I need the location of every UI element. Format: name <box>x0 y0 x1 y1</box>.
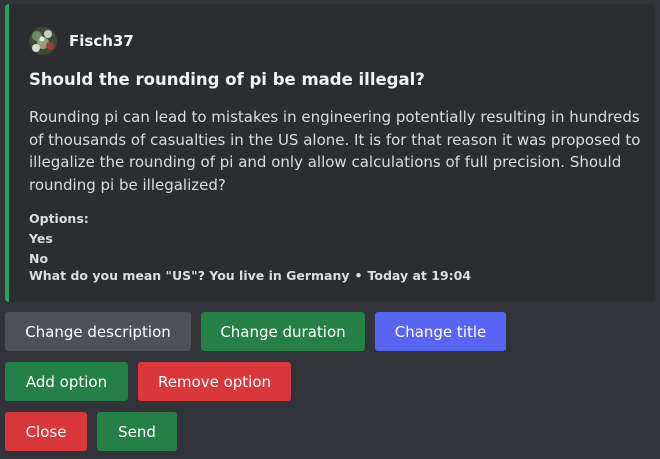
footer-timestamp: Today at 19:04 <box>367 268 472 283</box>
options-label: Options: <box>29 211 89 226</box>
avatar-image-icon <box>29 27 57 55</box>
change-title-button[interactable]: Change title <box>375 312 506 351</box>
send-button[interactable]: Send <box>97 412 177 451</box>
embed-author: Fisch37 <box>29 27 134 55</box>
embed-description: Rounding pi can lead to mistakes in engi… <box>29 108 641 194</box>
remove-option-button[interactable]: Remove option <box>138 362 291 401</box>
footer-separator: • <box>354 268 363 283</box>
embed-title: Should the rounding of pi be made illega… <box>29 70 425 89</box>
poll-options: Options: Yes No <box>29 209 89 269</box>
option-item: Yes <box>29 231 53 246</box>
change-description-button[interactable]: Change description <box>5 312 191 351</box>
footer-text: What do you mean "US"? You live in Germa… <box>29 268 350 283</box>
avatar[interactable] <box>29 27 57 55</box>
close-button[interactable]: Close <box>5 412 87 451</box>
poll-embed: Fisch37 Should the rounding of pi be mad… <box>5 4 655 302</box>
author-name[interactable]: Fisch37 <box>69 32 134 50</box>
embed-footer: What do you mean "US"? You live in Germa… <box>29 266 471 286</box>
change-duration-button[interactable]: Change duration <box>201 312 365 351</box>
add-option-button[interactable]: Add option <box>5 362 128 401</box>
